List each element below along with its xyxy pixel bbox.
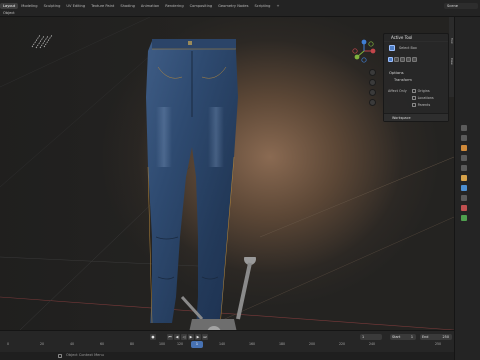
play-icon[interactable]: ▶ [188,334,194,340]
render-properties-icon[interactable] [461,135,467,141]
frame-ruler[interactable]: 0 20 40 60 80 100 120 140 160 180 200 22… [0,342,454,349]
camera-view-icon[interactable] [369,89,376,96]
affect-only-label: Affect Only [388,89,407,93]
light-icon[interactable] [30,31,54,49]
tool-properties-icon[interactable] [461,125,467,131]
frame-tick: 180 [278,342,286,346]
mode-subtract-icon[interactable] [400,57,405,62]
zoom-icon[interactable] [369,69,376,76]
next-keyframe-icon[interactable]: ▶ [195,334,201,340]
armature-model[interactable] [176,257,276,330]
scene-properties-icon[interactable] [461,155,467,161]
status-bar: Object Context Menu [0,352,454,360]
parents-checkbox[interactable]: Parents [412,103,430,107]
select-box-icon[interactable] [389,45,395,51]
frame-tick: 200 [308,342,316,346]
mouse-icon [58,354,62,358]
frame-tick: 160 [248,342,256,346]
constraint-properties-icon[interactable] [461,185,467,191]
mode-invert-icon[interactable] [406,57,411,62]
frame-tick: 140 [218,342,226,346]
end-frame-field[interactable]: End 250 [420,334,452,340]
play-reverse-icon[interactable]: ◁ [181,334,187,340]
frame-tick: 40 [69,342,75,346]
grid-view-icon[interactable] [369,99,376,106]
active-tool-header[interactable]: Active Tool [384,34,448,42]
frame-tick: 220 [338,342,346,346]
frame-tick: 0 [6,342,10,346]
prev-keyframe-icon[interactable]: ◀ [174,334,180,340]
options-section[interactable]: Options [389,70,404,75]
status-context-menu: Object Context Menu [66,353,104,357]
record-icon[interactable]: ● [150,334,156,340]
frame-tick: 60 [99,342,105,346]
start-frame-field[interactable]: Start 1 [390,334,416,340]
locations-checkbox[interactable]: Locations [412,96,434,100]
viewport-header: Object [0,9,480,17]
frame-tick: 120 [176,342,184,346]
tool-name: Select Box [399,46,417,50]
origins-checkbox[interactable]: Origins [412,89,430,93]
properties-editor [454,17,480,360]
jump-start-icon[interactable]: ⏮ [167,334,173,340]
world-properties-icon[interactable] [461,165,467,171]
playhead[interactable]: 1 [191,341,203,348]
mode-intersect-icon[interactable] [412,57,417,62]
playback-controls: ● ⏮ ◀ ◁ ▶ ▶ ⏭ 1 Start 1 End 250 [0,332,454,341]
object-mode-dropdown[interactable]: Object [0,11,18,15]
workspace-section[interactable]: Workspace [384,113,448,121]
frame-tick: 100 [158,342,166,346]
mode-set-icon[interactable] [388,57,393,62]
mode-extend-icon[interactable] [394,57,399,62]
top-bar: Layout Modeling Sculpting UV Editing Tex… [0,0,480,35]
frame-tick: 80 [129,342,135,346]
frame-tick: 240 [368,342,376,346]
frame-tick: 250 [434,342,442,346]
current-frame-field[interactable]: 1 [360,334,382,340]
data-properties-icon[interactable] [461,195,467,201]
modifier-properties-icon[interactable] [461,175,467,181]
frame-tick: 20 [39,342,45,346]
jump-end-icon[interactable]: ⏭ [202,334,208,340]
material-properties-icon[interactable] [461,205,467,211]
navigation-gizmo[interactable] [352,39,376,63]
hand-pan-icon[interactable] [369,79,376,86]
object-properties-icon[interactable] [461,145,467,151]
timeline: ● ⏮ ◀ ◁ ▶ ▶ ⏭ 1 Start 1 End 250 0 20 40 … [0,330,454,352]
texture-properties-icon[interactable] [461,215,467,221]
transform-section[interactable]: Transform [394,78,412,82]
sidebar-panel: Active Tool Select Box Options Transform… [383,33,449,122]
